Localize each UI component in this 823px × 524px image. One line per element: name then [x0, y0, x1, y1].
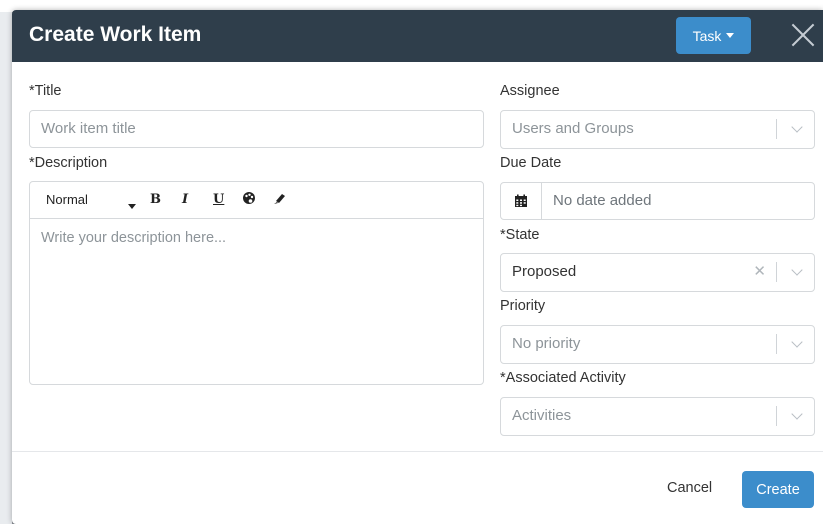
- priority-label: Priority: [500, 298, 546, 314]
- select-separator: [776, 406, 777, 426]
- footer-divider: [12, 451, 823, 452]
- bold-button[interactable]: B: [150, 192, 161, 207]
- select-separator: [776, 334, 777, 354]
- editor-toolbar: Normal B I U: [30, 182, 483, 219]
- due-date-field[interactable]: No date added: [500, 182, 815, 220]
- chevron-down-icon[interactable]: [791, 408, 803, 420]
- calendar-icon[interactable]: [501, 183, 542, 219]
- close-icon[interactable]: [790, 22, 816, 48]
- assignee-select[interactable]: Users and Groups: [500, 110, 815, 149]
- state-value: Proposed: [512, 263, 577, 280]
- description-editor[interactable]: Normal B I U Write your description here…: [29, 181, 484, 385]
- activity-placeholder: Activities: [512, 407, 572, 424]
- priority-select[interactable]: No priority: [500, 325, 815, 364]
- create-button[interactable]: Create: [742, 471, 814, 508]
- title-placeholder: Work item title: [41, 120, 136, 137]
- due-date-label: Due Date: [500, 155, 562, 171]
- clear-icon[interactable]: ✕: [753, 262, 766, 280]
- priority-placeholder: No priority: [512, 335, 581, 352]
- modal-title: Create Work Item: [29, 23, 202, 46]
- description-label: *Description: [29, 155, 108, 171]
- description-placeholder: Write your description here...: [41, 230, 227, 246]
- title-label: *Title: [29, 83, 62, 99]
- cancel-button[interactable]: Cancel: [667, 480, 712, 496]
- chevron-down-icon[interactable]: [791, 121, 803, 133]
- text-color-icon[interactable]: [242, 191, 256, 208]
- highlight-icon[interactable]: [273, 191, 287, 208]
- italic-button[interactable]: I: [182, 192, 188, 207]
- background-app-edge: [0, 0, 12, 524]
- underline-button[interactable]: U: [213, 192, 224, 207]
- format-select[interactable]: Normal: [46, 192, 88, 207]
- chevron-down-icon[interactable]: [791, 336, 803, 348]
- select-separator: [776, 262, 777, 282]
- title-input[interactable]: Work item title: [29, 110, 484, 148]
- create-work-item-modal: Create Work Item Task *Title Work item t…: [12, 10, 823, 524]
- work-item-type-label: Task: [692, 27, 722, 44]
- caret-down-icon: [726, 33, 735, 38]
- modal-header: Create Work Item Task: [12, 10, 823, 62]
- work-item-type-dropdown[interactable]: Task: [676, 17, 751, 54]
- select-separator: [776, 119, 777, 139]
- format-select-caret-icon[interactable]: [128, 197, 136, 212]
- associated-activity-label: *Associated Activity: [500, 370, 626, 386]
- assignee-label: Assignee: [500, 83, 560, 99]
- associated-activity-select[interactable]: Activities: [500, 397, 815, 436]
- assignee-placeholder: Users and Groups: [512, 120, 634, 137]
- state-select[interactable]: Proposed ✕: [500, 253, 815, 292]
- state-label: *State: [500, 227, 540, 243]
- due-date-placeholder: No date added: [553, 192, 652, 209]
- chevron-down-icon[interactable]: [791, 264, 803, 276]
